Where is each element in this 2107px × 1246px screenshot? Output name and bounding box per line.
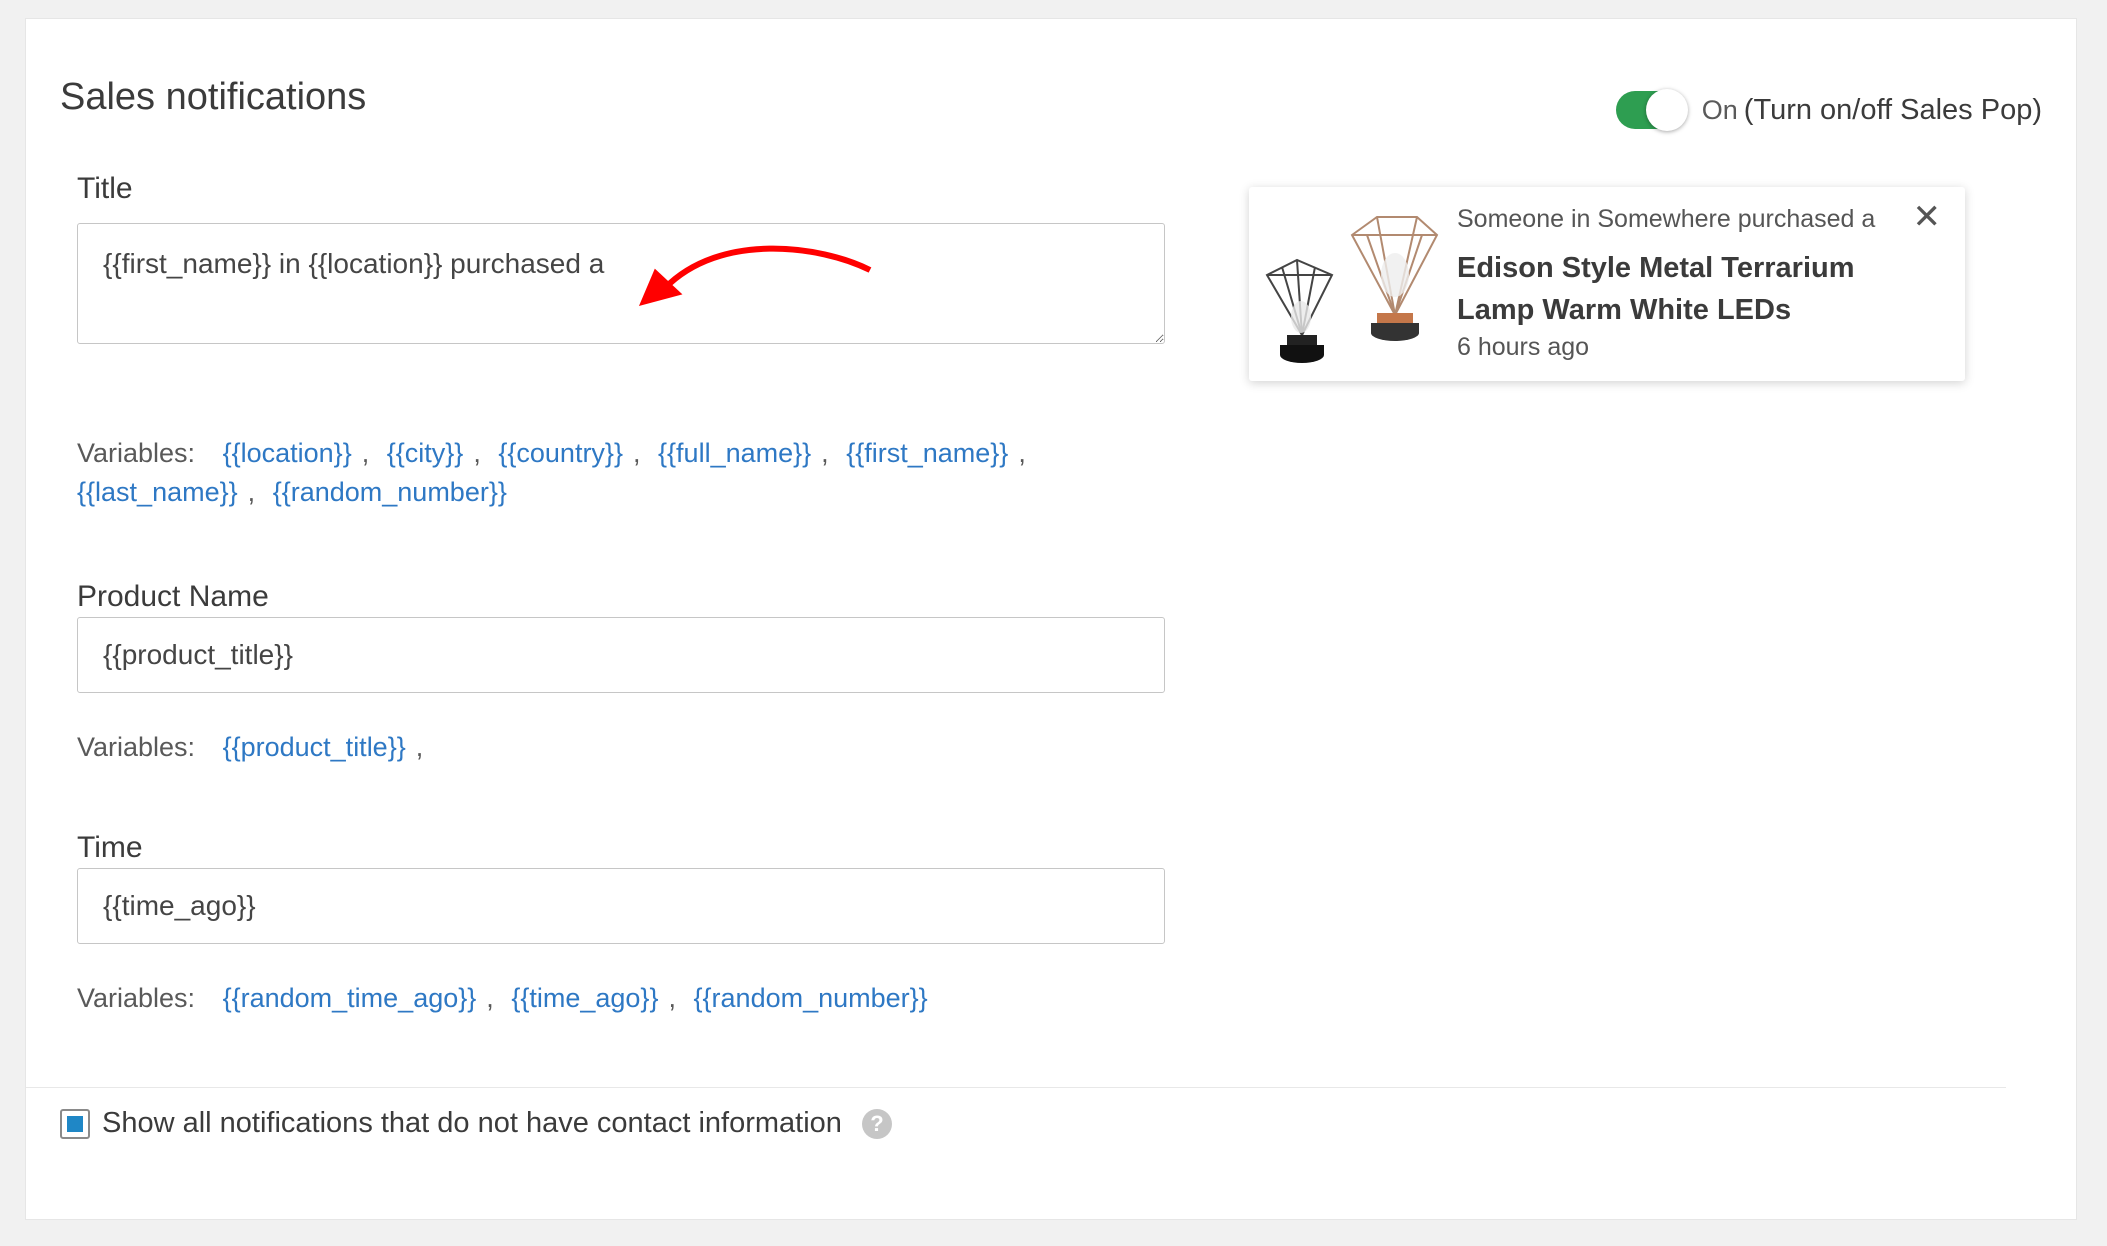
- sales-notifications-card: Sales notifications On (Turn on/off Sale…: [25, 18, 2077, 1220]
- sales-pop-toggle[interactable]: [1615, 89, 1688, 131]
- time-label: Time: [77, 831, 143, 864]
- preview-time: 6 hours ago: [1457, 333, 1590, 361]
- time-input[interactable]: [77, 868, 1165, 944]
- variable-last-name[interactable]: {{last_name}}: [77, 477, 238, 507]
- variable-random-number[interactable]: {{random_number}}: [273, 477, 507, 507]
- variables-label: Variables:: [77, 983, 196, 1013]
- show-all-notifications-checkbox[interactable]: [60, 1108, 90, 1139]
- trailing-separator: ,: [415, 732, 424, 762]
- variable-time-ago[interactable]: {{time_ago}}: [511, 983, 658, 1013]
- product-name-input[interactable]: [77, 617, 1165, 693]
- title-textarea[interactable]: [77, 223, 1165, 344]
- preview-product-name: Edison Style Metal Terrarium Lamp Warm W…: [1457, 252, 1855, 326]
- variable-random-number[interactable]: {{random_number}}: [694, 983, 928, 1013]
- close-icon[interactable]: ✕: [1913, 197, 1942, 237]
- toggle-state-label: On: [1701, 94, 1738, 125]
- show-all-notifications-label: Show all notifications that do not have …: [102, 1107, 842, 1139]
- divider: [26, 1087, 2006, 1088]
- help-icon[interactable]: ?: [861, 1108, 892, 1139]
- show-all-notifications-row: Show all notifications that do not have …: [60, 1107, 892, 1140]
- sales-pop-preview: Someone in Somewhere purchased a Edison …: [1249, 187, 1965, 381]
- title-variables: Variables: {{location}}, {{city}}, {{cou…: [77, 438, 1026, 507]
- variable-country[interactable]: {{country}}: [498, 438, 623, 468]
- product-image: [1265, 216, 1439, 363]
- product-name-variables: Variables: {{product_title}},: [77, 728, 1177, 767]
- variable-full-name[interactable]: {{full_name}}: [658, 438, 811, 468]
- preview-title-line: Someone in Somewhere purchased a: [1457, 205, 1876, 233]
- toggle-knob: [1645, 89, 1688, 131]
- time-variables: Variables: {{random_time_ago}}, {{time_a…: [77, 983, 928, 1013]
- variables-label: Variables:: [77, 438, 196, 468]
- checkbox-checked-mark: [67, 1115, 83, 1132]
- variable-location[interactable]: {{location}}: [223, 438, 352, 468]
- variable-city[interactable]: {{city}}: [387, 438, 464, 468]
- page-title: Sales notifications: [60, 76, 367, 118]
- sales-pop-toggle-group: On (Turn on/off Sales Pop): [1615, 89, 2042, 131]
- variables-label: Variables:: [77, 732, 196, 762]
- toggle-description: (Turn on/off Sales Pop): [1743, 93, 2042, 126]
- variable-product-title[interactable]: {{product_title}}: [223, 732, 406, 762]
- product-name-label: Product Name: [77, 580, 269, 613]
- variable-random-time-ago[interactable]: {{random_time_ago}}: [223, 983, 477, 1013]
- variable-first-name[interactable]: {{first_name}}: [846, 438, 1008, 468]
- title-label: Title: [77, 172, 133, 205]
